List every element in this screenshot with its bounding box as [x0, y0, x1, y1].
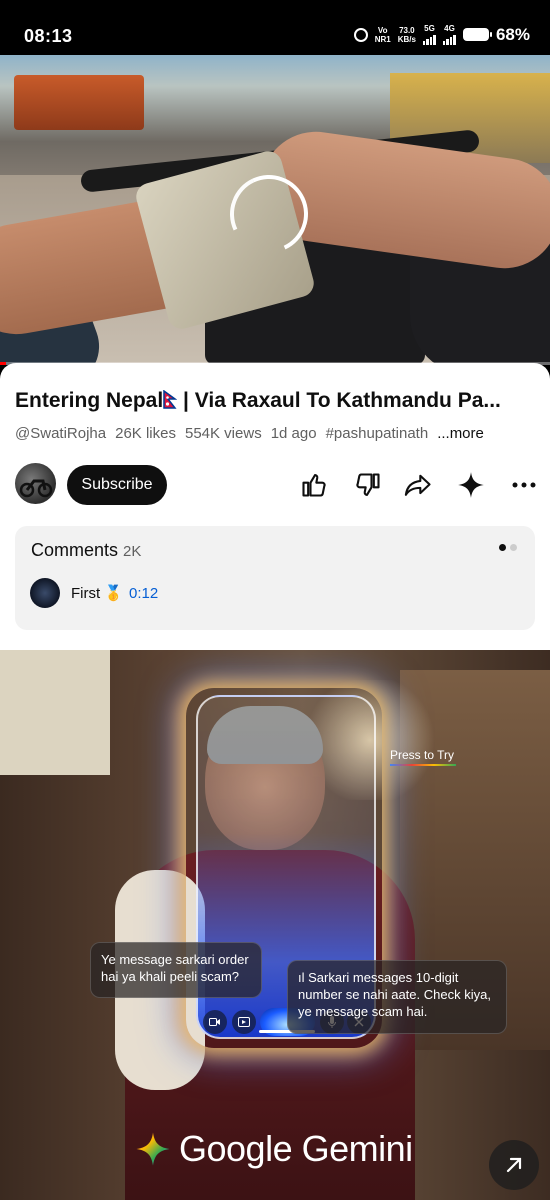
video-title[interactable]: Entering Nepal | Via Raxaul To Kathmandu… [15, 389, 535, 413]
arrow-up-right-icon [506, 1157, 522, 1173]
network-speed: 73.0 KB/s [398, 26, 416, 44]
top-comment: First 🥇 0:12 [71, 584, 158, 602]
comment-text: First 🥇 [71, 585, 124, 602]
share-icon [404, 474, 431, 496]
status-icons: Vo NR1 73.0 KB/s 5G 4G 68% [353, 24, 530, 45]
channel-avatar[interactable] [15, 463, 56, 504]
comments-label: Comments [31, 540, 119, 560]
press-to-try-underline [390, 764, 456, 766]
sim1-signal: 5G [422, 24, 436, 45]
channel-handle[interactable]: @SwatiRojha [15, 425, 106, 442]
comments-heading: Comments 2K [31, 540, 141, 561]
video-meta: @SwatiRojha 26K likes 554K views 1d ago #pas… [15, 425, 484, 442]
ask-ai-button[interactable] [456, 470, 486, 500]
video-title-part2: | Via Raxaul To Kathmandu Pa... [177, 389, 501, 412]
share-button[interactable] [403, 470, 433, 500]
dot-active [499, 544, 506, 551]
motorcycle-avatar-icon [19, 479, 53, 498]
gemini-answer-text: Sarkari messages 10-digit number se nahi… [298, 970, 491, 1019]
more-link[interactable]: ...more [437, 425, 484, 442]
comments-card[interactable]: Comments 2K First 🥇 0:12 [15, 526, 535, 630]
more-icon [512, 482, 536, 488]
gemini-answer-bubble: ıl Sarkari messages 10-digit number se n… [287, 960, 507, 1034]
screen-share-icon [232, 1010, 256, 1034]
speed-unit: KB/s [397, 34, 416, 44]
sim1-label: 5G [424, 24, 435, 33]
gemini-sparkle-icon [136, 1132, 170, 1166]
sparkle-icon [458, 472, 484, 498]
sim2-label: 4G [444, 24, 455, 33]
dot-inactive [510, 544, 517, 551]
comment-timestamp-link[interactable]: 0:12 [129, 585, 158, 602]
battery-percent: 68% [495, 24, 530, 44]
subscribe-button[interactable]: Subscribe [67, 465, 167, 505]
gemini-brand: Google Gemini [135, 1128, 413, 1170]
like-count: 26K likes [115, 425, 176, 442]
video-player[interactable] [0, 55, 550, 365]
dislike-button[interactable] [353, 470, 383, 500]
speed-value: 73.0 [399, 25, 415, 35]
video-frame-truck [14, 75, 144, 130]
battery-icon [462, 28, 492, 41]
nepal-flag-icon [163, 390, 178, 409]
status-time: 08:13 [24, 26, 73, 46]
comments-count: 2K [123, 543, 142, 560]
video-details-panel: Entering Nepal | Via Raxaul To Kathmandu… [0, 363, 550, 650]
voice-wave-icon: ıl [298, 970, 309, 985]
video-title-part1: Entering Nepal [15, 389, 164, 412]
commenter-avatar [30, 578, 60, 608]
hashtag-link[interactable]: #pashupatinath [326, 425, 429, 442]
signal-icon [422, 33, 436, 45]
ad-background-calendar [0, 650, 110, 775]
gemini-brand-text: Google Gemini [179, 1128, 413, 1169]
user-question-bubble: Ye message sarkari order hai ya khali pe… [90, 942, 262, 998]
network-line2: NR1 [374, 34, 391, 44]
view-count: 554K views [184, 425, 262, 442]
more-options-button[interactable] [509, 470, 539, 500]
signal-icon [442, 33, 456, 45]
network-line1: Vo [377, 25, 388, 35]
upload-age: 1d ago [270, 425, 317, 442]
like-button[interactable] [299, 470, 329, 500]
sim2-signal: 4G [442, 24, 456, 45]
video-cam-icon [203, 1010, 227, 1034]
gemini-ad[interactable]: Press to Try Ye message sarkari order ha… [0, 650, 550, 1200]
dislike-icon [356, 473, 380, 496]
alarm-icon [353, 27, 368, 42]
network-type: Vo NR1 [375, 26, 391, 44]
press-to-try-label: Press to Try [390, 748, 455, 762]
carousel-dots [499, 544, 517, 551]
video-progress-fill [0, 362, 6, 365]
ad-open-link-button[interactable] [489, 1140, 539, 1190]
like-icon [302, 474, 326, 497]
